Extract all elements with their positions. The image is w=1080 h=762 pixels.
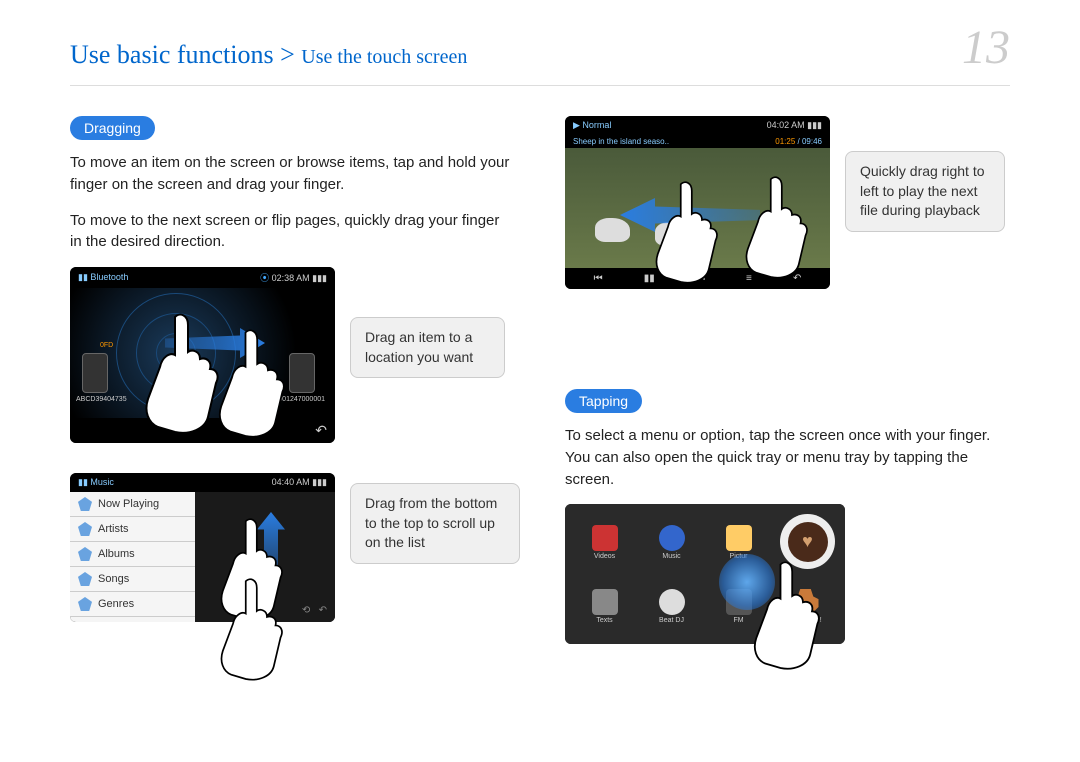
video-progress: 01:25 / 09:46 xyxy=(775,137,822,146)
dragging-label: Dragging xyxy=(70,116,155,140)
breadcrumb: Use basic functions > Use the touch scre… xyxy=(70,40,467,70)
breadcrumb-sep: > xyxy=(274,40,302,69)
beatdj-icon xyxy=(659,589,685,615)
page-number: 13 xyxy=(962,20,1010,75)
tapping-para: To select a menu or option, tap the scre… xyxy=(565,425,1010,490)
videos-icon xyxy=(592,525,618,551)
figure-video: ▶ Normal 04:02 AM ▮▮▮ Sheep in the islan… xyxy=(565,116,1010,289)
prev-icon: ⏮ xyxy=(594,273,603,284)
callout-scroll-list: Drag from the bottom to the top to scrol… xyxy=(350,483,520,564)
nowplaying-icon xyxy=(78,497,92,511)
bt-dev1-label: ABCD39404735 xyxy=(76,396,127,403)
texts-icon xyxy=(592,589,618,615)
video-title: Sheep in the island seaso.. xyxy=(573,137,669,146)
hand-icon-7 xyxy=(740,556,830,673)
music-screenshot: ▮▮ Music 04:40 AM ▮▮▮ Now Playing Artist… xyxy=(70,473,335,622)
callout-drag-video: Quickly drag right to left to play the n… xyxy=(845,151,1005,232)
video-infobar: Sheep in the island seaso.. 01:25 / 09:4… xyxy=(565,135,830,148)
spacer xyxy=(565,319,1010,389)
left-column: Dragging To move an item on the screen o… xyxy=(70,116,515,674)
right-column: ▶ Normal 04:02 AM ▮▮▮ Sheep in the islan… xyxy=(565,116,1010,674)
content-columns: Dragging To move an item on the screen o… xyxy=(0,116,1080,674)
dragging-para2: To move to the next screen or flip pages… xyxy=(70,210,515,254)
hand-icon-5 xyxy=(643,176,728,287)
breadcrumb-sub: Use the touch screen xyxy=(301,46,467,68)
app-beatdj: Beat DJ xyxy=(640,576,703,636)
callout-drag-item: Drag an item to a location you want xyxy=(350,317,505,378)
music-list: Now Playing Artists Albums Songs Genres xyxy=(70,492,195,622)
hand-icon-6 xyxy=(733,171,818,282)
bt-status-label: ▮▮ Bluetooth xyxy=(78,272,128,283)
figure-tapping: Videos Music Pictur Texts Beat DJ FM Tou… xyxy=(565,504,1010,644)
music-item-genres: Genres xyxy=(70,592,195,617)
return-icon: ↶ xyxy=(315,422,327,439)
music-status-label: ▮▮ Music xyxy=(78,477,114,488)
breadcrumb-main: Use basic functions xyxy=(70,40,274,69)
music-body: Now Playing Artists Albums Songs Genres … xyxy=(70,492,335,622)
dragging-para1: To move an item on the screen or browse … xyxy=(70,152,515,196)
music-item-artists: Artists xyxy=(70,517,195,542)
music-item-songs: Songs xyxy=(70,567,195,592)
music-return-icon: ⟲ ↶ xyxy=(302,605,327,616)
genres-icon xyxy=(78,597,92,611)
video-mode: ▶ Normal xyxy=(573,120,611,131)
albums-icon xyxy=(78,547,92,561)
bt-time: ⦿ 02:38 AM ▮▮▮ xyxy=(260,271,327,284)
music-item-albums: Albums xyxy=(70,542,195,567)
music-item-nowplaying: Now Playing xyxy=(70,492,195,517)
artists-icon xyxy=(78,522,92,536)
tapping-label: Tapping xyxy=(565,389,642,413)
bt-ofd-label: 0FD xyxy=(100,342,113,349)
app-texts: Texts xyxy=(573,576,636,636)
pictures-icon xyxy=(726,525,752,551)
music-statusbar: ▮▮ Music 04:40 AM ▮▮▮ xyxy=(70,473,335,492)
video-time: 04:02 AM ▮▮▮ xyxy=(767,120,822,131)
bt-device-1 xyxy=(82,353,108,393)
hand-icon-4 xyxy=(208,573,293,684)
header-divider xyxy=(70,85,1010,86)
figure-music: ▮▮ Music 04:40 AM ▮▮▮ Now Playing Artist… xyxy=(70,473,515,622)
page-header: Use basic functions > Use the touch scre… xyxy=(0,0,1080,85)
app-videos: Videos xyxy=(573,512,636,572)
bt-statusbar: ▮▮ Bluetooth ⦿ 02:38 AM ▮▮▮ xyxy=(70,267,335,288)
music-icon xyxy=(659,525,685,551)
music-time: 04:40 AM ▮▮▮ xyxy=(272,477,327,488)
video-statusbar: ▶ Normal 04:02 AM ▮▮▮ xyxy=(565,116,830,135)
sheep-1 xyxy=(595,218,630,242)
app-music: Music xyxy=(640,512,703,572)
hand-icon-2 xyxy=(205,324,295,441)
songs-icon xyxy=(78,572,92,586)
figure-bluetooth: ▮▮ Bluetooth ⦿ 02:38 AM ▮▮▮ 0FD ABCD3940… xyxy=(70,267,515,443)
